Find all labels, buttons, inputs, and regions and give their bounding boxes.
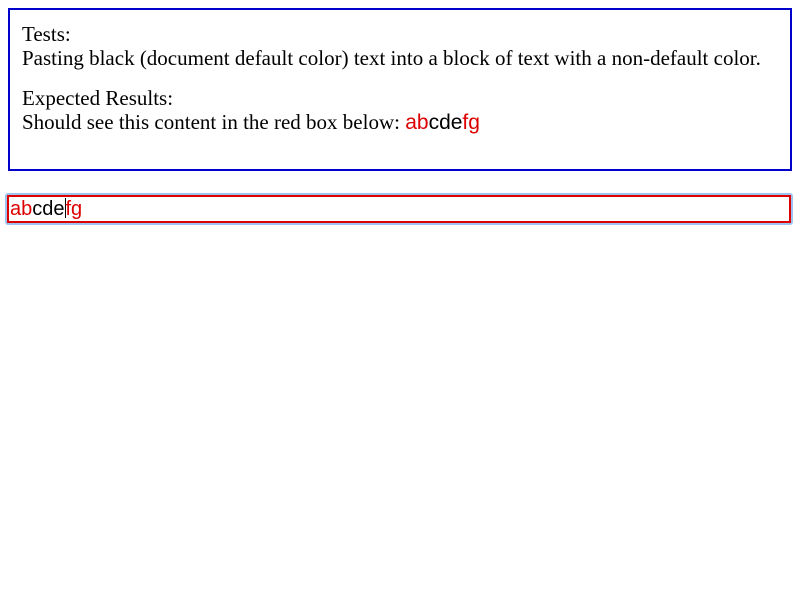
tests-description: Pasting black (document default color) t… xyxy=(22,46,761,70)
expected-sample-black: cde xyxy=(428,111,463,134)
expected-results-line: Should see this content in the red box b… xyxy=(22,110,778,135)
editable-red-box[interactable]: abcdefg xyxy=(7,195,791,223)
expected-sample-red-start: ab xyxy=(405,111,429,134)
editor-text-black: cde xyxy=(32,198,65,220)
editor-text-red-end: fg xyxy=(65,198,83,220)
test-description-content: Tests: Pasting black (document default c… xyxy=(22,22,778,135)
expected-sample-red-end: fg xyxy=(462,111,480,134)
expected-results-heading: Expected Results: xyxy=(22,86,174,110)
tests-heading: Tests: xyxy=(22,22,71,46)
editor-text-red-start: ab xyxy=(10,198,33,220)
expected-results-prefix: Should see this content in the red box b… xyxy=(22,110,406,134)
test-description-box: Tests: Pasting black (document default c… xyxy=(8,8,792,171)
